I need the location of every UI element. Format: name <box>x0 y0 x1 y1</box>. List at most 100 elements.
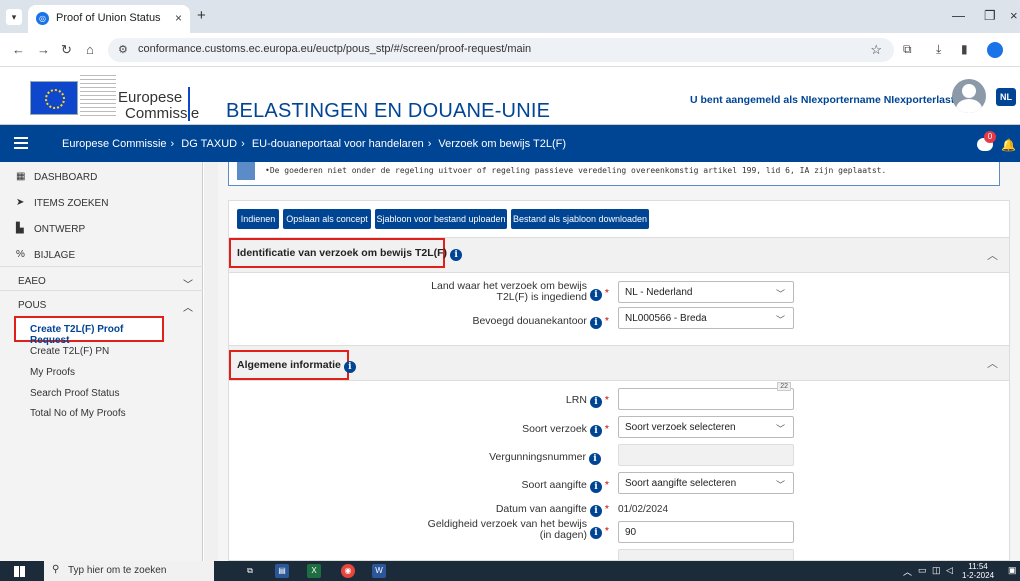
dashboard-icon: ▦ <box>16 171 26 182</box>
breadcrumb-item[interactable]: Europese Commissie <box>62 138 167 150</box>
info-icon[interactable]: i <box>589 396 602 408</box>
search-icon: ⚲ <box>52 564 60 575</box>
chrome-icon[interactable]: ◉ <box>341 564 355 578</box>
sidebar-item-create-pn[interactable]: Create T2L(F) PN <box>30 346 109 357</box>
word-icon[interactable]: W <box>372 564 386 578</box>
forward-icon[interactable]: → <box>37 42 50 57</box>
volume-icon[interactable]: ◁ <box>946 565 953 576</box>
tray-chevron-icon[interactable]: ︿ <box>903 565 912 578</box>
breadcrumb-item: Verzoek om bewijs T2L(F) <box>438 138 566 150</box>
info-icon[interactable]: i <box>589 481 602 493</box>
menu-icon[interactable] <box>14 137 28 149</box>
bookmark-star-icon[interactable]: ☆ <box>870 42 882 58</box>
globe-icon: ◎ <box>36 12 49 25</box>
windows-start-icon[interactable] <box>14 566 25 577</box>
sidebar-item-label: Bijlage <box>34 250 76 261</box>
declaration-type-select[interactable]: Soort aangifte selecteren ﹀ <box>618 472 794 494</box>
eu-flag-icon <box>30 81 78 115</box>
save-draft-button[interactable]: Opslaan als concept <box>283 209 371 229</box>
sidebar-item-label: Dashboard <box>34 172 98 183</box>
chevron-down-icon: ﹀ <box>775 424 785 434</box>
declaration-type-label: Soort aangifte i * <box>521 479 609 493</box>
breadcrumb-item[interactable]: DG TAXUD <box>181 138 237 150</box>
info-icon[interactable]: i <box>589 425 602 437</box>
excel-icon[interactable]: X <box>307 564 321 578</box>
info-icon[interactable]: i <box>589 289 602 301</box>
info-icon[interactable]: i <box>589 505 602 517</box>
sidebar-group-eaeo[interactable]: EAEO <box>18 276 46 287</box>
sidebar-item-my-proofs[interactable]: My Proofs <box>30 367 75 378</box>
network-icon[interactable]: ◫ <box>932 565 941 576</box>
chevron-up-icon[interactable]: ︿ <box>183 299 193 314</box>
sidebar-item-total-proofs[interactable]: Total No of My Proofs <box>30 408 126 419</box>
site-info-icon[interactable]: ⚙ <box>118 43 128 56</box>
sidepanel-icon[interactable]: ▮ <box>961 42 968 56</box>
app-icon[interactable]: ▤ <box>275 564 289 578</box>
sidebar-item-draft[interactable]: ▙ Ontwerp <box>0 216 203 242</box>
sidebar-item-label: Ontwerp <box>34 224 86 235</box>
download-icon[interactable]: ⤓ <box>936 42 941 57</box>
notice-text: •De goederen niet onder de regeling uitv… <box>265 166 887 175</box>
notification-badge: 0 <box>984 131 996 143</box>
tab-title: Proof of Union Status <box>56 12 161 24</box>
info-icon[interactable]: i <box>450 249 463 261</box>
url-text: conformance.customs.ec.europa.eu/euctp/p… <box>138 43 532 55</box>
chevron-up-icon[interactable]: ︿ <box>987 355 998 371</box>
sidebar-item-search[interactable]: ➤ Items zoeken <box>0 190 203 216</box>
country-select[interactable]: NL - Nederland ﹀ <box>618 281 794 303</box>
customs-office-select[interactable]: NL000566 - Breda ﹀ <box>618 307 794 329</box>
profile-icon[interactable] <box>987 42 1003 58</box>
chevron-down-icon[interactable]: ﹀ <box>183 276 193 291</box>
breadcrumb-item[interactable]: EU-douaneportaal voor handelaren <box>252 138 424 150</box>
download-template-button[interactable]: Bestand als sjabloon downloaden <box>511 209 649 229</box>
upload-template-button[interactable]: Sjabloon voor bestand uploaden <box>375 209 507 229</box>
battery-icon: ▭ <box>918 565 927 575</box>
lrn-input[interactable]: 22 <box>618 382 794 410</box>
info-icon[interactable]: i <box>589 527 602 539</box>
section-identification[interactable]: Identificatie van verzoek om bewijs T2L(… <box>229 237 1009 273</box>
back-icon[interactable]: ← <box>12 42 25 57</box>
sidebar-item-create-proof-request[interactable]: Create T2L(F) Proof Request <box>14 316 164 346</box>
info-icon[interactable]: i <box>589 453 601 465</box>
section-general-info[interactable]: Algemene informatie i ︿ <box>229 345 1009 381</box>
user-avatar-icon[interactable] <box>952 79 986 113</box>
task-view-icon[interactable]: ⧉ <box>243 564 257 578</box>
section-title: Identificatie van verzoek om bewijs T2L(… <box>237 247 463 261</box>
taskbar-search-placeholder: Typ hier om te zoeken <box>68 565 167 576</box>
tab-list-dropdown-icon[interactable]: ▾ <box>6 9 22 25</box>
restore-icon[interactable]: ❐ <box>984 8 996 24</box>
sidebar-item-search-proof-status[interactable]: Search Proof Status <box>30 388 120 399</box>
request-type-select[interactable]: Soort verzoek selecteren ﹀ <box>618 416 794 438</box>
info-icon[interactable]: i <box>343 361 356 373</box>
language-selector[interactable]: NL <box>996 88 1016 106</box>
bell-icon[interactable]: 🔔 <box>1001 138 1016 152</box>
chevron-up-icon[interactable]: ︿ <box>987 247 998 263</box>
address-bar: ← → ↻ ⌂ ⚙ conformance.customs.ec.europa.… <box>0 33 1020 67</box>
lrn-label: LRN i * <box>565 394 609 408</box>
clock[interactable]: 11:54 1-2-2024 <box>962 562 994 580</box>
sidebar-item-attachment[interactable]: % Bijlage <box>0 242 203 268</box>
home-icon[interactable]: ⌂ <box>86 42 94 57</box>
extensions-icon[interactable]: ⧉ <box>903 42 912 57</box>
logo-text-1: Europese <box>118 89 183 106</box>
validity-days-input[interactable]: 90 <box>618 521 794 543</box>
notification-center-icon[interactable]: ▣ <box>1008 565 1017 576</box>
minimize-icon[interactable]: — <box>952 8 965 23</box>
permit-label: Vergunningsnummer i <box>209 451 609 471</box>
close-window-icon[interactable]: × <box>1010 8 1018 23</box>
sidebar-item-dashboard[interactable]: ▦ Dashboard <box>0 164 203 190</box>
submit-button[interactable]: Indienen <box>237 209 279 229</box>
reload-icon[interactable]: ↻ <box>61 42 72 58</box>
info-icon[interactable]: i <box>589 317 602 329</box>
close-tab-icon[interactable]: × <box>175 11 182 25</box>
logo-divider <box>188 87 190 121</box>
sidebar-group-pous[interactable]: POUS <box>18 300 46 311</box>
request-type-label: Soort verzoek i * <box>522 423 609 437</box>
notice-strip <box>237 162 255 180</box>
sidebar-item-label: Items zoeken <box>34 198 109 209</box>
section-title: Algemene informatie i <box>237 359 356 373</box>
taskbar-search[interactable]: ⚲ Typ hier om te zoeken <box>44 561 214 581</box>
browser-tab[interactable]: ◎ Proof of Union Status × <box>28 5 190 33</box>
url-field[interactable]: ⚙ conformance.customs.ec.europa.eu/euctp… <box>108 38 894 62</box>
new-tab-icon[interactable]: + <box>197 7 206 24</box>
